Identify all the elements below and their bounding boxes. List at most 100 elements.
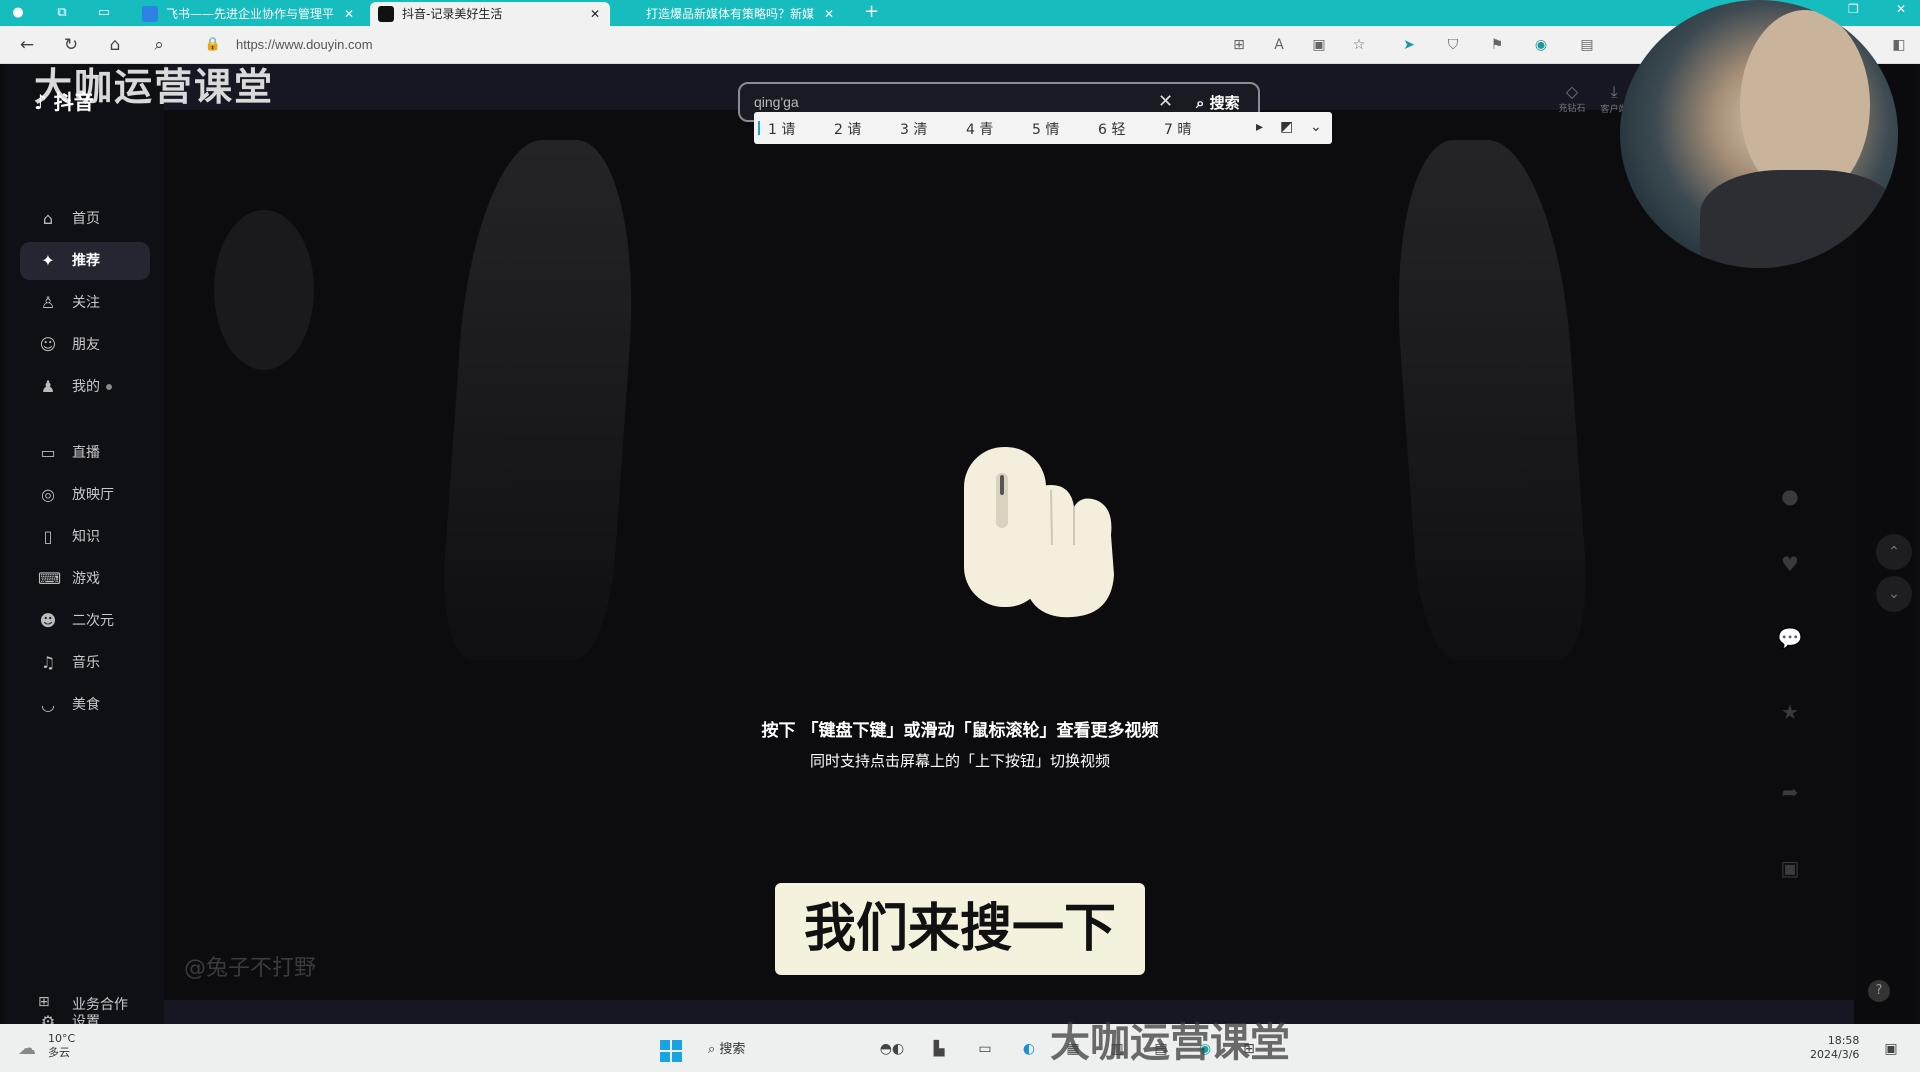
sidebar-item-business[interactable]: ⊞ 业务合作 — [20, 990, 170, 1020]
lock-icon[interactable]: 🔒 — [202, 37, 224, 52]
taskbar-search[interactable]: ⌕ 搜索 — [708, 1038, 745, 1057]
douyin-icon — [378, 6, 394, 22]
notification-dot — [106, 384, 112, 390]
sidebar-item-anime[interactable]: ☻ 二次元 — [20, 602, 150, 640]
sparkle-icon: ✦ — [41, 251, 55, 270]
video-author[interactable]: @兔子不打野 — [184, 950, 316, 982]
close-window-icon[interactable]: ✕ — [1896, 2, 1906, 16]
next-video-button[interactable]: ⌄ — [1876, 576, 1912, 612]
close-tab-icon[interactable]: ✕ — [824, 2, 834, 26]
clear-icon[interactable]: ✕ — [1158, 91, 1173, 112]
share-icon[interactable]: ➦ — [1772, 780, 1808, 804]
edge-icon[interactable]: ◐ — [1018, 1038, 1040, 1060]
anime-icon: ☻ — [39, 611, 57, 630]
tab-article[interactable]: 打造爆品新媒体有策略吗？新媒 ✕ — [616, 2, 844, 26]
sidebar-toggle-icon[interactable]: ◧ — [1890, 36, 1908, 54]
scroll-hint-sub: 同时支持点击屏幕上的「上下按钮」切换视频 — [809, 752, 1110, 770]
start-button[interactable] — [660, 1040, 682, 1062]
browser-tab-bar: ● ⧉ ▭ 飞书——先进企业协作与管理平 ✕ 抖音-记录美好生活 ✕ 打造爆品新… — [0, 0, 1920, 26]
weather-icon[interactable]: ☁ — [18, 1038, 36, 1059]
prev-video-button[interactable]: ⌃ — [1876, 534, 1912, 570]
taskbar: ☁ 10°C 多云 ⌕ 搜索 ◓◐ ▙ ▭ ◐ ▦ ▥ ▤ ◉ ⊞ 18:58 … — [0, 1024, 1920, 1072]
diamond-icon: ◇ — [1565, 82, 1579, 101]
sidebar: 大咖运营课堂 ♪ 抖音 ⌂ 首页 ✦ 推荐 ♙ 关注 ☺ 朋友 ♟ 我的 ▭ 直播 ◎ 放映厅… — [4, 64, 272, 1024]
knowledge-icon: ▯ — [43, 527, 53, 546]
ime-candidate[interactable]: 5 情 — [1032, 119, 1059, 139]
system-clock[interactable]: 18:58 2024/3/6 — [1810, 1034, 1859, 1062]
weather-widget[interactable]: 10°C 多云 — [48, 1032, 75, 1060]
video-subtitle: 我们来搜一下 — [775, 883, 1145, 975]
ime-candidate[interactable]: 1 请 — [768, 119, 795, 139]
ime-skin-icon[interactable]: ◩ — [1280, 119, 1293, 135]
sidebar-item-music[interactable]: ♫ 音乐 — [20, 644, 150, 682]
workspaces-icon[interactable]: ⧉ — [52, 3, 72, 23]
ime-candidate[interactable]: 3 清 — [900, 119, 927, 139]
recharge-link[interactable]: ◇ 充钻石 — [1552, 82, 1592, 114]
presenter-body — [1700, 170, 1898, 268]
translate-icon[interactable]: ⊞ — [1230, 36, 1248, 54]
search-icon[interactable]: ⌕ — [148, 35, 170, 55]
sidebar-item-recommend[interactable]: ✦ 推荐 — [20, 242, 150, 280]
collections-icon[interactable]: ▤ — [1578, 36, 1596, 54]
back-icon[interactable]: ← — [16, 35, 38, 55]
live-icon: ▭ — [40, 443, 56, 462]
more-icon[interactable]: ▣ — [1772, 856, 1808, 880]
url-field[interactable]: https://www.douyin.com — [236, 37, 373, 52]
sidebar-item-friends[interactable]: ☺ 朋友 — [20, 326, 150, 364]
grid-icon: ⊞ — [38, 994, 50, 1010]
home-icon[interactable]: ⌂ — [104, 35, 126, 55]
sidebar-item-knowledge[interactable]: ▯ 知识 — [20, 518, 150, 556]
sidebar-item-mine[interactable]: ♟ 我的 — [20, 368, 150, 406]
ime-candidate[interactable]: 7 晴 — [1164, 119, 1191, 139]
refresh-icon[interactable]: ↻ — [60, 35, 82, 55]
terminal-icon[interactable]: ▙ — [928, 1038, 950, 1060]
avatar-icon[interactable]: ● — [1772, 484, 1808, 508]
ime-candidate[interactable]: 4 青 — [966, 119, 993, 139]
file-explorer-icon[interactable]: ▭ — [974, 1038, 996, 1060]
address-bar: ← ↻ ⌂ ⌕ 🔒 https://www.douyin.com ⊞ A ▣ ☆… — [0, 26, 1920, 64]
restore-icon[interactable]: ❐ — [1848, 2, 1859, 16]
like-icon[interactable]: ♥ — [1772, 552, 1808, 576]
ime-candidate-bar: 1 请 2 请 3 清 4 青 5 情 6 轻 7 晴 ▸ ◩ ⌄ — [754, 112, 1332, 144]
user-icon: ♟ — [40, 377, 56, 396]
game-icon: ⌨ — [38, 569, 62, 588]
friends-icon: ☺ — [39, 335, 57, 354]
douyin-logo[interactable]: ♪ 抖音 — [34, 86, 94, 115]
extension-globe-icon[interactable]: ◉ — [1532, 36, 1550, 54]
favorite-icon[interactable]: ☆ — [1350, 36, 1368, 54]
widgets-icon[interactable]: ◓◐ — [872, 1038, 912, 1060]
search-button[interactable]: ⌕ 搜索 — [1196, 92, 1240, 113]
sidebar-item-live[interactable]: ▭ 直播 — [20, 434, 150, 472]
tab-actions-icon[interactable]: ▭ — [94, 3, 114, 23]
profile-icon[interactable]: ● — [8, 3, 28, 23]
ime-next-icon[interactable]: ▸ — [1256, 119, 1263, 135]
close-tab-icon[interactable]: ✕ — [590, 2, 600, 26]
home-icon: ⌂ — [42, 209, 54, 228]
help-icon[interactable]: ? — [1868, 980, 1890, 1002]
extension-arrow-icon[interactable]: ➤ — [1400, 36, 1418, 54]
sidebar-item-game[interactable]: ⌨ 游戏 — [20, 560, 150, 598]
tab-feishu[interactable]: 飞书——先进企业协作与管理平 ✕ — [134, 2, 364, 26]
close-tab-icon[interactable]: ✕ — [344, 2, 354, 26]
curtain-right — [1385, 140, 1593, 660]
curtain-left — [437, 140, 645, 660]
notification-icon[interactable]: ▣ — [1880, 1038, 1902, 1060]
scroll-hint-main: 按下 「键盘下键」或滑动「鼠标滚轮」查看更多视频 — [761, 721, 1159, 741]
follow-icon: ♙ — [40, 293, 56, 312]
extension-icon[interactable]: ▣ — [1310, 36, 1328, 54]
video-shadow — [214, 210, 314, 370]
read-aloud-icon[interactable]: A — [1270, 36, 1288, 54]
sidebar-item-cinema[interactable]: ◎ 放映厅 — [20, 476, 150, 514]
new-tab-button[interactable]: + — [864, 1, 879, 22]
comment-icon[interactable]: 💬 — [1772, 626, 1808, 650]
sidebar-item-follow[interactable]: ♙ 关注 — [20, 284, 150, 322]
ime-candidate[interactable]: 6 轻 — [1098, 119, 1125, 139]
mouse-hand-illustration — [956, 445, 1146, 624]
ime-expand-icon[interactable]: ⌄ — [1310, 119, 1322, 135]
ime-candidate[interactable]: 2 请 — [834, 119, 861, 139]
extension-flag-icon[interactable]: ⚑ — [1488, 36, 1506, 54]
tab-douyin[interactable]: 抖音-记录美好生活 ✕ — [370, 2, 610, 26]
shield-icon[interactable]: ⛉ — [1444, 36, 1462, 54]
sidebar-item-home[interactable]: ⌂ 首页 — [20, 200, 150, 238]
feishu-icon — [142, 6, 158, 22]
